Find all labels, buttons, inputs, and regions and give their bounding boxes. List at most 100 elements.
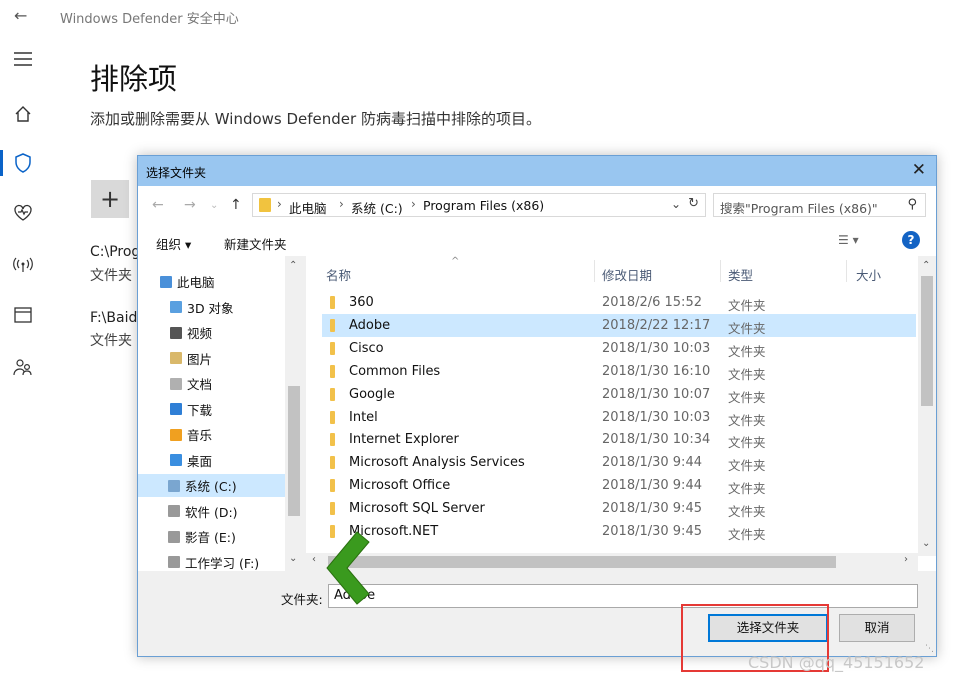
resize-grip-icon[interactable]: ⋱ xyxy=(925,644,934,654)
new-folder-button[interactable]: 新建文件夹 xyxy=(224,234,287,253)
exclusion-path[interactable]: F:\Baid xyxy=(90,310,137,326)
chevron-right-icon[interactable]: › xyxy=(411,197,416,211)
scrollbar-thumb[interactable] xyxy=(288,386,300,516)
file-type: 文件夹 xyxy=(728,389,766,405)
scroll-right-icon[interactable]: › xyxy=(904,554,908,565)
chevron-down-icon[interactable]: ⌄ xyxy=(671,197,681,211)
view-options-icon[interactable]: ☰ ▾ xyxy=(838,233,859,247)
tree-item[interactable]: 工作学习 (F:) xyxy=(138,551,285,572)
family-icon[interactable] xyxy=(10,354,36,380)
dialog-titlebar: 选择文件夹 ✕ xyxy=(138,156,936,186)
column-header-size[interactable]: 大小 xyxy=(856,265,881,284)
help-icon[interactable]: ? xyxy=(902,231,920,249)
add-exclusion-button[interactable]: + xyxy=(91,180,129,218)
breadcrumb-program-files[interactable]: Program Files (x86) xyxy=(423,198,544,213)
tree-item[interactable]: 视频 xyxy=(138,321,285,344)
back-icon[interactable]: ← xyxy=(152,197,164,213)
column-divider[interactable] xyxy=(846,260,847,282)
app-titlebar: ← Windows Defender 安全中心 xyxy=(0,0,965,32)
page-description: 添加或删除需要从 Windows Defender 防病毒扫描中排除的项目。 xyxy=(90,110,541,128)
folder-name-input[interactable]: Adobe xyxy=(328,584,918,608)
back-arrow-icon[interactable]: ← xyxy=(14,6,27,25)
file-name: Microsoft SQL Server xyxy=(349,501,485,517)
tree-item[interactable]: 此电脑 xyxy=(138,270,285,293)
folder-icon xyxy=(330,502,335,516)
file-date: 2018/1/30 10:03 xyxy=(602,409,711,425)
chevron-right-icon[interactable]: › xyxy=(277,197,282,211)
search-icon[interactable]: ⚲ xyxy=(907,197,917,212)
breadcrumb-drive-c[interactable]: 系统 (C:) xyxy=(351,198,403,217)
refresh-icon[interactable]: ↻ xyxy=(688,196,699,211)
wireless-icon[interactable] xyxy=(10,251,36,277)
file-row[interactable]: Intel 2018/1/30 10:03 文件夹 xyxy=(322,406,916,429)
file-row[interactable]: Google 2018/1/30 10:07 文件夹 xyxy=(322,383,916,406)
cancel-button[interactable]: 取消 xyxy=(839,614,915,642)
tree-item-icon xyxy=(170,428,182,441)
address-bar[interactable]: › 此电脑 › 系统 (C:) › Program Files (x86) ⌄ … xyxy=(252,193,706,217)
tree-item[interactable]: 软件 (D:) xyxy=(138,500,285,523)
scrollbar-thumb[interactable] xyxy=(921,276,933,406)
file-name: Microsoft Analysis Services xyxy=(349,455,525,471)
file-name: Adobe xyxy=(349,317,391,333)
tree-item[interactable]: 桌面 xyxy=(138,449,285,472)
column-header-type[interactable]: 类型 xyxy=(728,265,753,284)
tree-item-label: 视频 xyxy=(187,326,213,341)
exclusion-type: 文件夹 xyxy=(90,268,132,284)
folder-icon xyxy=(330,387,335,401)
exclusion-path[interactable]: C:\Prog xyxy=(90,244,140,260)
breadcrumb-this-pc[interactable]: 此电脑 xyxy=(289,198,327,217)
column-header-date[interactable]: 修改日期 xyxy=(602,265,652,284)
file-row[interactable]: Common Files 2018/1/30 16:10 文件夹 xyxy=(322,360,916,383)
file-row[interactable]: Microsoft Office 2018/1/30 9:44 文件夹 xyxy=(322,474,916,497)
file-list-vertical-scrollbar[interactable]: ⌃ ⌄ xyxy=(918,256,936,556)
home-icon[interactable] xyxy=(10,101,36,127)
nav-active-indicator xyxy=(0,150,3,176)
file-date: 2018/2/22 12:17 xyxy=(602,317,711,333)
file-row[interactable]: Microsoft SQL Server 2018/1/30 9:45 文件夹 xyxy=(322,497,916,520)
tree-item[interactable]: 下载 xyxy=(138,398,285,421)
file-type: 文件夹 xyxy=(728,320,766,336)
file-list: ^ 名称 修改日期 类型 大小 360 2018/2/6 15:52 文件夹 Adob… xyxy=(306,256,936,571)
folder-icon xyxy=(330,296,335,309)
tree-item[interactable]: 音乐 xyxy=(138,423,285,446)
file-list-horizontal-scrollbar[interactable]: ‹ › xyxy=(306,553,918,571)
scroll-down-icon[interactable]: ⌄ xyxy=(922,538,930,549)
forward-icon[interactable]: → xyxy=(184,197,196,213)
organize-menu[interactable]: 组织 ▾ xyxy=(156,234,191,253)
file-date: 2018/1/30 9:45 xyxy=(602,524,702,539)
scroll-down-icon[interactable]: ⌄ xyxy=(289,553,297,564)
shield-icon[interactable] xyxy=(10,150,36,176)
file-date: 2018/1/30 10:03 xyxy=(602,340,711,356)
chevron-right-icon[interactable]: › xyxy=(339,197,344,211)
tree-item-label: 桌面 xyxy=(187,453,213,469)
file-row[interactable]: Internet Explorer 2018/1/30 10:34 文件夹 xyxy=(322,428,916,451)
scroll-up-icon[interactable]: ⌃ xyxy=(922,260,930,271)
sort-caret-icon: ^ xyxy=(451,256,460,267)
heart-health-icon[interactable] xyxy=(10,200,36,226)
file-row[interactable]: Microsoft Analysis Services 2018/1/30 9:4… xyxy=(322,451,916,474)
file-row[interactable]: Cisco 2018/1/30 10:03 文件夹 xyxy=(322,337,916,360)
scroll-up-icon[interactable]: ⌃ xyxy=(289,260,297,271)
column-divider[interactable] xyxy=(720,260,721,282)
menu-icon[interactable] xyxy=(10,46,36,72)
column-divider[interactable] xyxy=(594,260,595,282)
app-browser-icon[interactable] xyxy=(10,302,36,328)
recent-dropdown-icon[interactable]: ⌄ xyxy=(210,200,218,211)
tree-item[interactable]: 文档 xyxy=(138,372,285,395)
close-icon[interactable]: ✕ xyxy=(912,160,926,180)
search-input[interactable]: 搜索"Program Files (x86)" ⚲ xyxy=(713,193,926,217)
tree-item-label: 3D 对象 xyxy=(187,300,234,316)
scrollbar-thumb[interactable] xyxy=(328,556,836,568)
tree-scrollbar[interactable]: ⌃ ⌄ xyxy=(285,256,303,571)
tree-item-icon xyxy=(168,479,180,492)
file-row[interactable]: Adobe 2018/2/22 12:17 文件夹 xyxy=(322,313,916,337)
tree-item[interactable]: 3D 对象 xyxy=(138,296,285,319)
file-row[interactable]: 360 2018/2/6 15:52 文件夹 xyxy=(322,291,916,314)
file-type: 文件夹 xyxy=(728,504,766,520)
tree-item[interactable]: 系统 (C:) xyxy=(138,474,285,497)
column-header-name[interactable]: 名称 xyxy=(326,265,351,284)
up-arrow-icon[interactable]: ↑ xyxy=(230,197,242,213)
file-row[interactable]: Microsoft.NET 2018/1/30 9:45 文件夹 xyxy=(322,520,916,543)
tree-item[interactable]: 图片 xyxy=(138,347,285,370)
tree-item[interactable]: 影音 (E:) xyxy=(138,525,285,548)
